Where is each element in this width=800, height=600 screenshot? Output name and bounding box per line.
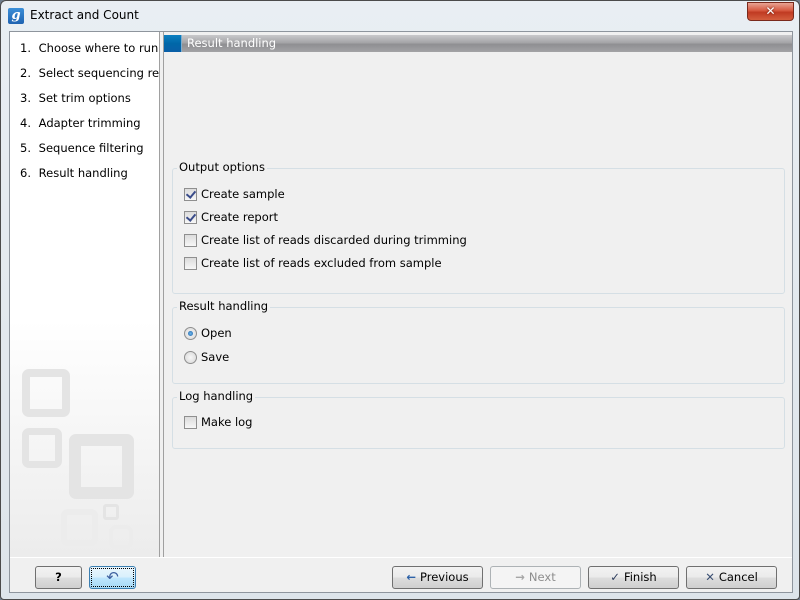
step-number: 4. [20,116,31,130]
reset-button[interactable]: ↶ [89,566,136,589]
button-label: Previous [420,570,469,584]
checkbox-label[interactable]: Create report [201,210,278,224]
decorative-square-icon [69,434,134,499]
header-accent [164,35,182,52]
log-handling-group: Log handling Make log [172,389,785,449]
dialog-window: g Extract and Count ✕ 1. Choose where to… [0,0,800,600]
previous-button[interactable]: ← Previous [392,566,483,589]
step-label: Select sequencing reads [38,66,160,80]
cancel-button[interactable]: ✕ Cancel [686,566,777,589]
step-number: 3. [20,91,31,105]
checkbox-icon[interactable] [184,188,197,201]
radio-label[interactable]: Save [201,350,229,364]
radio-icon[interactable] [184,327,197,340]
window-title: Extract and Count [30,8,139,22]
decorative-square-icon [103,504,119,520]
output-options-group: Output options Create sample Create repo… [172,160,785,294]
checkbox-icon[interactable] [184,234,197,247]
radio-icon[interactable] [184,351,197,364]
step-number: 6. [20,166,31,180]
close-button[interactable]: ✕ [747,2,794,21]
step-item: 5. Sequence filtering [20,141,144,155]
step-label: Choose where to run [38,41,159,55]
arrow-right-icon: → [515,570,525,584]
checkbox-icon[interactable] [184,211,197,224]
wizard-content: Result handling Output options Create sa… [163,32,794,557]
step-label: Adapter trimming [38,116,141,130]
checkmark-icon: ✓ [610,570,620,584]
decorative-square-icon [22,369,70,417]
step-item: 3. Set trim options [20,91,131,105]
checkbox-icon[interactable] [184,416,197,429]
checkbox-icon[interactable] [184,257,197,270]
x-icon: ✕ [705,570,715,584]
wizard-steps-sidebar: 1. Choose where to run 2. Select sequenc… [10,32,160,557]
finish-button[interactable]: ✓ Finish [588,566,679,589]
step-item: 6. Result handling [20,166,128,180]
dialog-client: 1. Choose where to run 2. Select sequenc… [9,31,793,593]
step-number: 2. [20,66,31,80]
button-label: Next [528,570,556,584]
decorative-square-icon [22,428,62,468]
checkbox-label[interactable]: Create sample [201,187,285,201]
section-title: Result handling [187,36,277,50]
result-handling-group: Result handling Open Save [172,299,785,384]
checkbox-label[interactable]: Create list of reads discarded during tr… [201,233,467,247]
button-label: Finish [623,570,657,584]
title-bar: g Extract and Count ✕ [1,1,799,31]
step-label: Set trim options [38,91,131,105]
checkbox-label[interactable]: Create list of reads excluded from sampl… [201,256,442,270]
section-header: Result handling [164,35,792,52]
next-button[interactable]: → Next [490,566,581,589]
step-item: 2. Select sequencing reads [20,66,160,80]
step-number: 5. [20,141,31,155]
arrow-left-icon: ← [406,570,417,584]
help-button[interactable]: ? [35,566,82,589]
decorative-square-icon [109,525,133,549]
group-label: Log handling [177,389,256,403]
group-label: Result handling [177,299,271,313]
step-label: Sequence filtering [38,141,144,155]
app-logo-icon: g [8,8,24,24]
step-label: Result handling [38,166,128,180]
step-item: 4. Adapter trimming [20,116,141,130]
step-number: 1. [20,41,31,55]
radio-label[interactable]: Open [201,326,232,340]
group-label: Output options [177,160,267,174]
step-item: 1. Choose where to run [20,41,158,55]
button-label: Cancel [718,570,758,584]
decorative-square-icon [61,509,98,546]
checkbox-label[interactable]: Make log [201,415,252,429]
dialog-footer: ? ↶ ← Previous → Next ✓ Finish ✕ Cancel [10,557,792,592]
